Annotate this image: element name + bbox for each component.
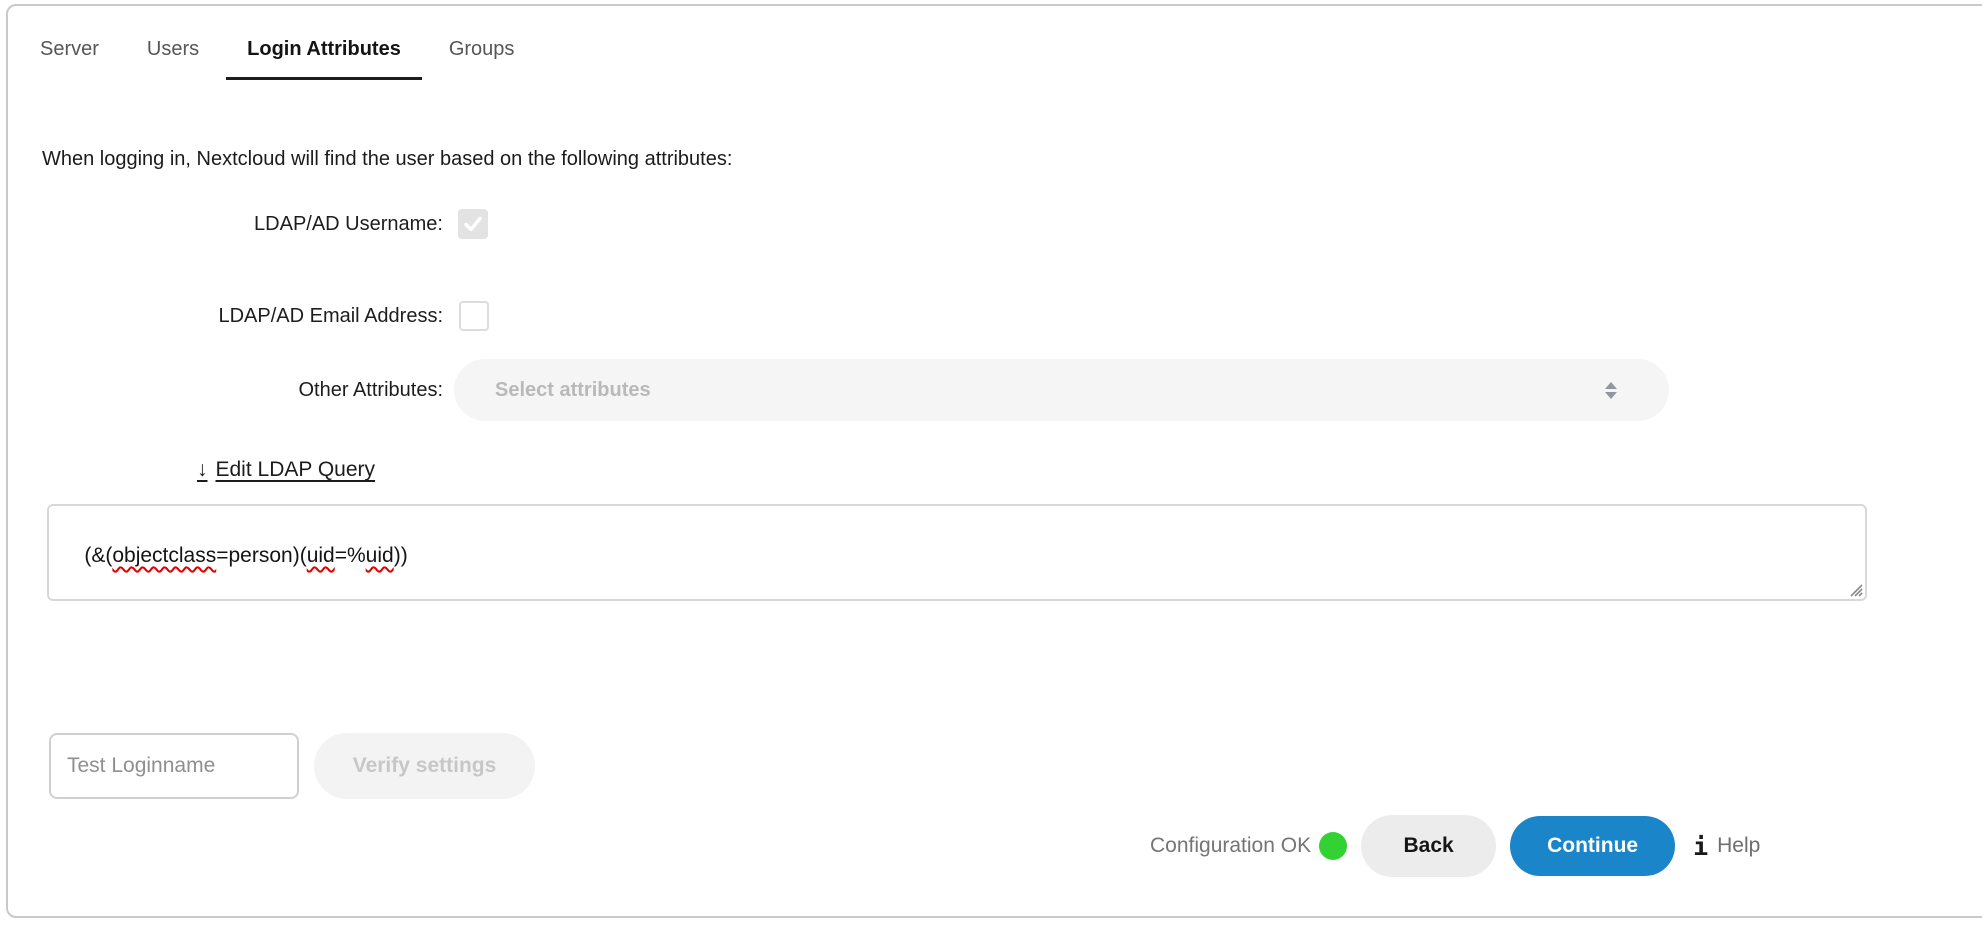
ldap-email-label: LDAP/AD Email Address: xyxy=(8,301,443,331)
wizard-panel: Server Users Login Attributes Groups Whe… xyxy=(6,4,1982,918)
checkmark-icon xyxy=(463,214,483,234)
configuration-status-text: Configuration OK xyxy=(1150,834,1311,858)
info-icon: i xyxy=(1693,832,1708,861)
query-segment-misspelled: objectclass xyxy=(112,544,216,567)
other-attributes-label: Other Attributes: xyxy=(8,375,443,405)
tab-server[interactable]: Server xyxy=(19,24,120,80)
tab-groups[interactable]: Groups xyxy=(428,24,536,80)
help-label: Help xyxy=(1717,834,1760,858)
help-link[interactable]: i Help xyxy=(1693,832,1760,861)
select-caret-icon xyxy=(1605,382,1617,399)
back-button[interactable]: Back xyxy=(1361,815,1496,877)
intro-text: When logging in, Nextcloud will find the… xyxy=(42,148,732,171)
ldap-query-textarea[interactable]: (&(objectclass=person)(uid=%uid)) xyxy=(47,504,1867,601)
status-ok-indicator xyxy=(1319,832,1347,860)
arrow-down-icon: ↓ xyxy=(197,458,208,481)
query-segment-misspelled: uid xyxy=(366,544,394,567)
tab-login-attributes[interactable]: Login Attributes xyxy=(226,24,422,80)
select-placeholder: Select attributes xyxy=(495,379,1605,402)
query-segment: =% xyxy=(335,544,366,567)
query-segment: =person)( xyxy=(216,544,306,567)
resize-handle-icon[interactable] xyxy=(1847,581,1863,597)
ldap-email-checkbox[interactable] xyxy=(459,301,489,331)
other-attributes-select[interactable]: Select attributes xyxy=(454,359,1669,421)
edit-ldap-query-label: Edit LDAP Query xyxy=(216,458,376,481)
query-segment-misspelled: uid xyxy=(307,544,335,567)
ldap-username-label: LDAP/AD Username: xyxy=(8,209,443,239)
edit-ldap-query-link[interactable]: ↓ Edit LDAP Query xyxy=(197,458,375,482)
tab-bar: Server Users Login Attributes Groups xyxy=(19,24,535,80)
verify-settings-button[interactable]: Verify settings xyxy=(314,733,535,799)
query-segment: )) xyxy=(394,544,408,567)
footer-controls: Configuration OK Back Continue i Help xyxy=(1150,809,1760,883)
query-segment: (&( xyxy=(84,544,112,567)
test-loginname-input[interactable] xyxy=(49,733,299,799)
ldap-username-checkbox[interactable] xyxy=(458,209,488,239)
tab-users[interactable]: Users xyxy=(126,24,220,80)
continue-button[interactable]: Continue xyxy=(1510,816,1675,876)
